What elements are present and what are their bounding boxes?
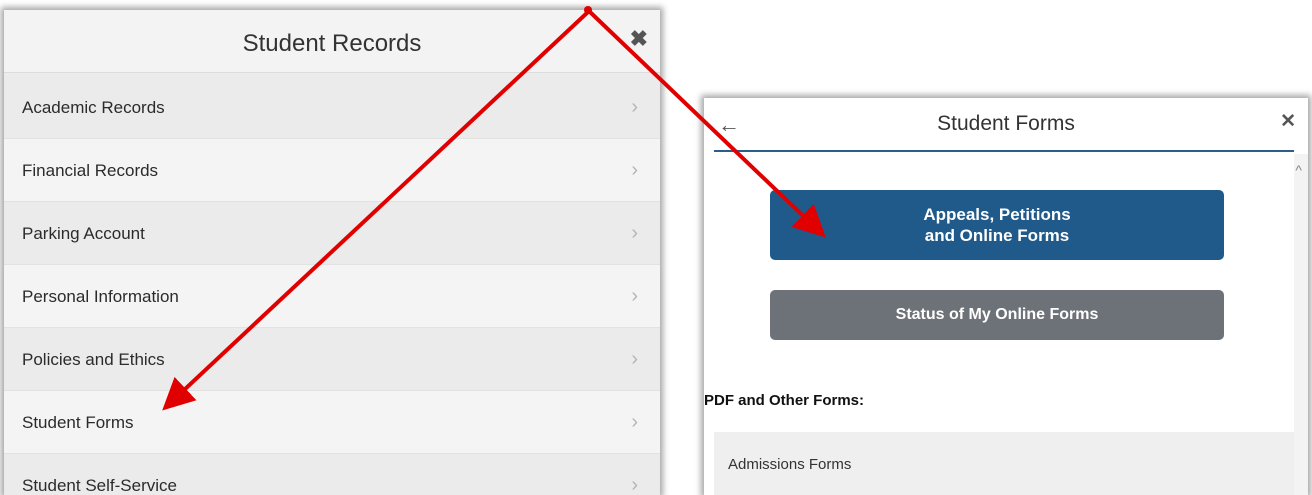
scroll-up-icon[interactable]: ^ [1295,162,1302,178]
menu-item-policies-and-ethics[interactable]: Policies and Ethics › [4,328,660,391]
list-item-admissions-forms[interactable]: Admissions Forms [714,432,1294,495]
header-divider [714,150,1294,152]
menu-item-label: Student Self-Service [22,476,177,495]
chevron-right-icon: › [631,159,638,181]
close-icon[interactable]: ✕ [1280,112,1296,131]
student-forms-header: ← Student Forms ✕ [704,98,1308,154]
chevron-right-icon: › [631,411,638,433]
button-label-line2: and Online Forms [924,226,1070,245]
student-records-panel: Student Records ✖ Academic Records › Fin… [4,10,660,495]
student-forms-panel: ← Student Forms ✕ ^ Appeals, Petitions a… [704,98,1308,495]
button-label-line1: Appeals, Petitions [923,205,1071,224]
menu-item-label: Personal Information [22,287,179,306]
menu-item-label: Financial Records [22,161,159,180]
menu-item-label: Student Forms [22,413,134,432]
chevron-right-icon: › [631,96,638,118]
menu-item-personal-information[interactable]: Personal Information › [4,265,660,328]
menu-item-academic-records[interactable]: Academic Records › [4,76,660,139]
menu-item-parking-account[interactable]: Parking Account › [4,202,660,265]
panel-title: Student Forms [937,112,1075,135]
close-icon[interactable]: ✖ [630,28,648,50]
scrollbar[interactable] [1294,154,1308,495]
menu-item-label: Policies and Ethics [22,350,165,369]
menu-item-label: Academic Records [22,98,165,117]
student-records-menu: Academic Records › Financial Records › P… [4,76,660,495]
menu-item-student-self-service[interactable]: Student Self-Service › [4,454,660,495]
button-label: Status of My Online Forms [895,306,1099,323]
chevron-right-icon: › [631,348,638,370]
chevron-right-icon: › [631,285,638,307]
menu-item-label: Parking Account [22,224,145,243]
student-records-header: Student Records ✖ [4,10,660,73]
chevron-right-icon: › [631,222,638,244]
status-online-forms-button[interactable]: Status of My Online Forms [770,290,1224,340]
student-forms-menu-item[interactable]: Student Forms › [4,391,660,454]
chevron-right-icon: › [631,474,638,495]
appeals-petitions-button[interactable]: Appeals, Petitions and Online Forms [770,190,1224,260]
list-item-label: Admissions Forms [728,456,852,473]
menu-item-financial-records[interactable]: Financial Records › [4,139,660,202]
panel-title: Student Records [242,30,422,57]
section-heading: PDF and Other Forms: [704,392,865,409]
